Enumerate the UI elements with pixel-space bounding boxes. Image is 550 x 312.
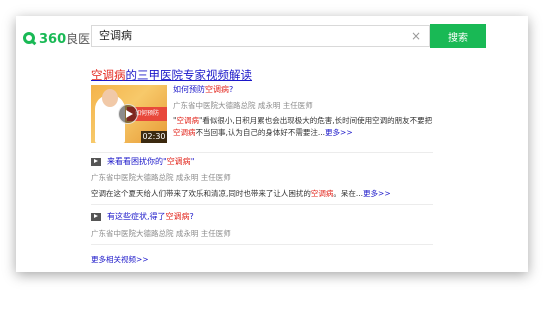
clear-icon[interactable]: × [411, 29, 421, 43]
video-icon [91, 212, 101, 221]
video-thumbnail[interactable]: 如何预防 02:30 [91, 85, 167, 143]
search-result-card: 360良医 × 搜索 空调病的三甲医院专家视频解读 如何预防 02:30 如何预… [16, 16, 528, 272]
video-item-title[interactable]: 来看看困扰你的"空调病" [91, 156, 194, 167]
video-icon [91, 157, 101, 166]
video-item-meta: 广东省中医院大德路总院 成永明 主任医师 [91, 173, 231, 182]
result-title-link[interactable]: 空调病的三甲医院专家视频解读 [91, 67, 252, 83]
video-item-snippet: 空调在这个夏天给人们带来了欢乐和清凉,同时也带来了让人困扰的空调病。呆在...更… [91, 189, 391, 198]
search-box: × [91, 25, 430, 47]
play-icon[interactable] [118, 104, 138, 124]
divider [91, 204, 433, 205]
more-link[interactable]: 更多>> [325, 128, 353, 137]
video-meta: 广东省中医院大德路总院 成永明 主任医师 [173, 101, 313, 110]
doctor-head [102, 89, 118, 107]
search-input[interactable] [92, 26, 409, 46]
logo-search-icon [23, 32, 35, 44]
video-snippet: "空调病"看似很小,日积月累也会出现极大的危害,长时间使用空调的朋友不要把空调病… [173, 116, 433, 137]
video-sub-title-link[interactable]: 如何预防空调病? [173, 84, 233, 95]
more-link[interactable]: 更多>> [363, 189, 391, 198]
logo-text: 360良医 [39, 31, 91, 47]
search-button[interactable]: 搜索 [430, 24, 486, 48]
more-videos-link[interactable]: 更多相关视频>> [91, 254, 149, 265]
video-duration: 02:30 [141, 131, 167, 143]
divider [91, 244, 433, 245]
video-item-title[interactable]: 有这些症状,得了空调病? [91, 211, 194, 222]
divider [91, 152, 433, 153]
video-item-meta: 广东省中医院大德路总院 成永明 主任医师 [91, 229, 231, 238]
logo[interactable]: 360良医 [23, 27, 90, 49]
